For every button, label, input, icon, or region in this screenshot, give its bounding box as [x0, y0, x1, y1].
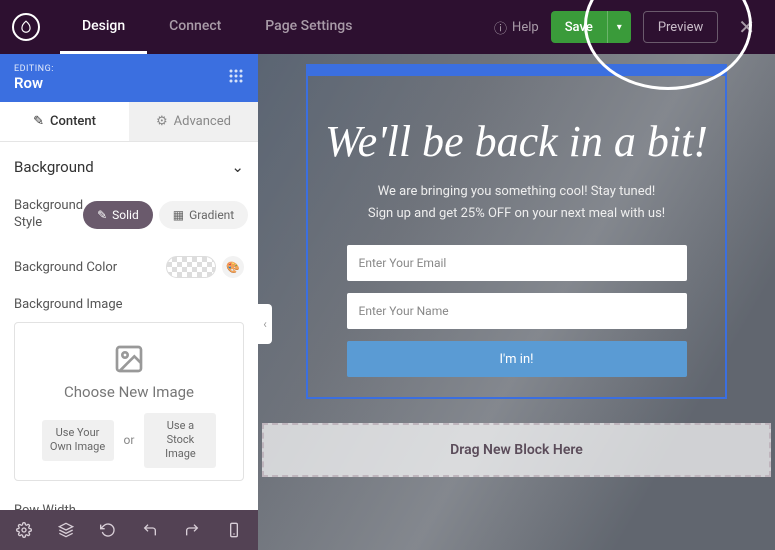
editor-sidebar: EDITING: Row ✎ Content ⚙ Advanced Backgr…: [0, 54, 258, 550]
bg-image-box: Choose New Image Use Your Own Image or U…: [14, 322, 244, 481]
gradient-icon: ▦: [173, 208, 184, 222]
bg-style-solid[interactable]: ✎ Solid: [83, 201, 153, 229]
drag-grip-icon[interactable]: [228, 68, 244, 88]
panel-tab-advanced[interactable]: ⚙ Advanced: [129, 102, 258, 141]
row-width-label: Row Width: [14, 495, 244, 510]
color-picker-button[interactable]: 🎨: [222, 256, 244, 278]
tab-design[interactable]: Design: [60, 0, 147, 54]
undo-icon[interactable]: [142, 521, 158, 539]
top-bar: Design Connect Page Settings ⓘ Help Save…: [0, 0, 775, 54]
preview-button[interactable]: Preview: [643, 11, 718, 43]
or-text: or: [124, 433, 135, 447]
editing-target: Row: [14, 74, 54, 92]
name-input[interactable]: [347, 293, 687, 329]
bg-image-label: Background Image: [14, 293, 244, 316]
panel-tab-advanced-label: Advanced: [174, 114, 231, 129]
editing-header: EDITING: Row: [0, 54, 258, 102]
mobile-preview-icon[interactable]: [226, 521, 242, 539]
canvas-area[interactable]: ‹ We'll be back in a bit! We are bringin…: [258, 54, 775, 550]
sliders-icon: ⚙: [156, 114, 168, 129]
selected-row[interactable]: We'll be back in a bit! We are bringing …: [306, 64, 727, 399]
help-link[interactable]: ⓘ Help: [494, 18, 539, 37]
app-logo[interactable]: [12, 13, 40, 41]
redo-icon[interactable]: [184, 521, 200, 539]
panel-tab-content[interactable]: ✎ Content: [0, 102, 129, 141]
hero-sub-line2: Sign up and get 25% OFF on your next mea…: [368, 203, 665, 225]
layers-icon[interactable]: [58, 521, 74, 539]
chevron-down-icon: ⌄: [231, 158, 244, 176]
bg-color-swatch[interactable]: [166, 256, 216, 278]
sidebar-collapse-handle[interactable]: ‹: [258, 304, 272, 344]
section-background-label: Background: [14, 158, 94, 176]
image-placeholder-icon: [113, 343, 145, 375]
bg-style-gradient[interactable]: ▦ Gradient: [159, 201, 248, 229]
hero-sub-line1: We are bringing you something cool! Stay…: [368, 181, 665, 203]
hero-title[interactable]: We'll be back in a bit!: [325, 116, 708, 167]
close-button[interactable]: ✕: [730, 11, 763, 43]
editing-label: EDITING:: [14, 64, 54, 74]
cta-button[interactable]: I'm in!: [347, 341, 687, 377]
bg-style-solid-label: Solid: [112, 208, 139, 222]
bg-color-label: Background Color: [14, 256, 117, 279]
use-stock-image-button[interactable]: Use a Stock Image: [144, 413, 216, 468]
tab-connect[interactable]: Connect: [147, 0, 243, 54]
history-icon[interactable]: [100, 521, 116, 539]
choose-image-text: Choose New Image: [25, 383, 233, 401]
bg-style-gradient-label: Gradient: [189, 208, 234, 222]
solid-icon: ✎: [97, 208, 107, 222]
sidebar-bottom-toolbar: [0, 510, 258, 550]
hero-subtitle[interactable]: We are bringing you something cool! Stay…: [368, 181, 665, 225]
drop-new-block-zone[interactable]: Drag New Block Here: [262, 423, 771, 477]
email-input[interactable]: [347, 245, 687, 281]
save-button[interactable]: Save: [551, 11, 607, 43]
use-own-image-button[interactable]: Use Your Own Image: [42, 420, 114, 461]
settings-icon[interactable]: [16, 521, 32, 539]
pencil-icon: ✎: [33, 114, 44, 129]
panel-tab-content-label: Content: [50, 114, 96, 129]
tab-page-settings[interactable]: Page Settings: [243, 0, 374, 54]
help-icon: ⓘ: [494, 18, 507, 37]
save-dropdown-button[interactable]: ▾: [607, 11, 631, 43]
bg-style-label: Background Style: [14, 194, 83, 236]
help-label: Help: [512, 20, 539, 35]
section-background[interactable]: Background ⌄: [14, 142, 244, 188]
